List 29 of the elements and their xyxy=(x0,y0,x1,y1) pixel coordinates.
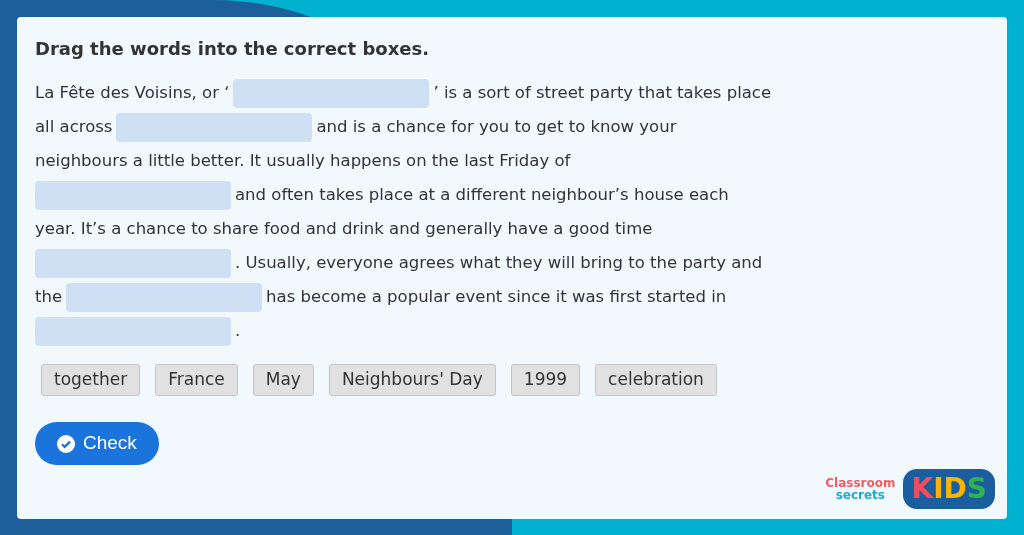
check-circle-icon xyxy=(57,434,75,453)
logo-text: Classroom xyxy=(825,477,896,489)
instruction-title: Drag the words into the correct boxes. xyxy=(35,37,431,61)
passage-text: ’ is a sort of street party that takes place xyxy=(433,81,772,104)
drop-zone[interactable] xyxy=(35,316,231,346)
passage-text: the xyxy=(35,285,63,308)
drop-zone[interactable] xyxy=(35,180,231,210)
word-tile[interactable]: May xyxy=(252,364,314,396)
kids-badge: KIDS xyxy=(903,469,995,509)
word-tile[interactable]: together xyxy=(41,364,141,396)
passage-text: neighbours a little better. It usually happens on the last Friday of xyxy=(35,149,571,172)
passage-text: has become a popular event since it was first started in xyxy=(266,285,727,308)
passage-text: . Usually, everyone agrees what they will bring to the party and xyxy=(235,251,763,274)
passage-text: year. It’s a chance to share food and drink and generally have a good time xyxy=(35,217,653,240)
word-tile[interactable]: France xyxy=(155,364,238,396)
check-button[interactable]: Check xyxy=(35,422,159,465)
drop-zone[interactable] xyxy=(35,248,231,278)
drop-zone[interactable] xyxy=(116,112,313,142)
logo-text: secrets xyxy=(835,489,885,501)
passage-text: . xyxy=(235,319,241,342)
passage-text: and is a chance for you to get to know your xyxy=(316,115,677,138)
drop-zone[interactable] xyxy=(66,282,263,312)
word-tile[interactable]: Neighbours' Day xyxy=(328,364,496,396)
passage-text: all across xyxy=(35,115,113,138)
passage-text: La Fête des Voisins, or ‘ xyxy=(35,81,230,104)
drop-zone[interactable] xyxy=(233,78,430,108)
word-tile[interactable]: 1999 xyxy=(510,364,581,396)
word-tile[interactable]: celebration xyxy=(595,364,717,396)
passage-text: and often takes place at a different neighbour’s house each xyxy=(235,183,729,206)
